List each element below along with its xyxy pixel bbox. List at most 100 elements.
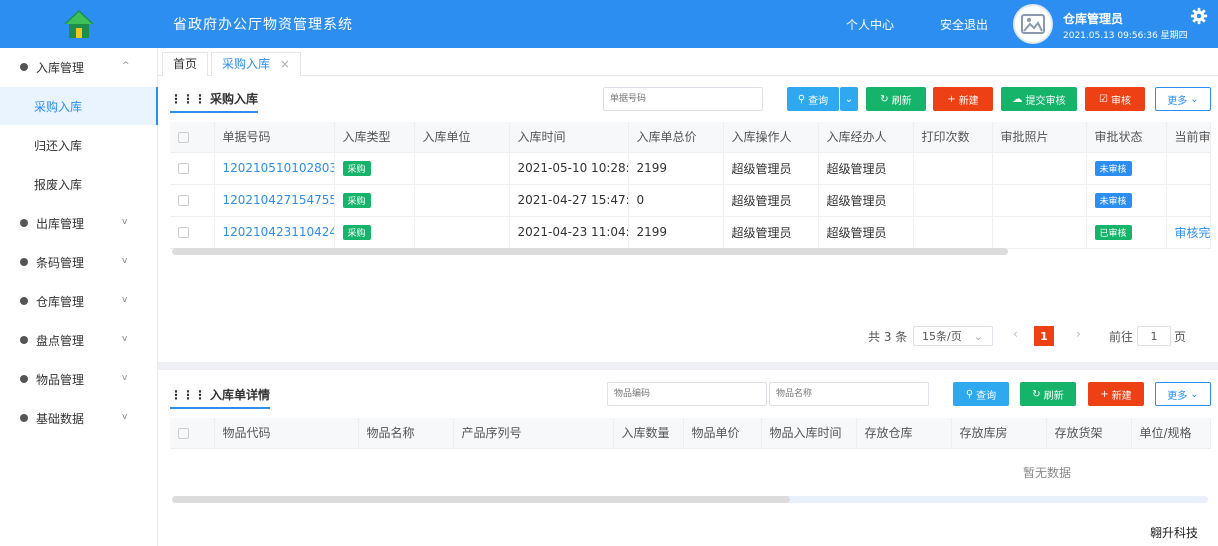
sidebar-item-barcode[interactable]: 条码管理 v (0, 243, 158, 281)
column-header[interactable]: 物品入库时间 (761, 418, 857, 449)
column-header[interactable]: 单据号码 (214, 122, 335, 153)
current-review-link[interactable]: 审核完 (1166, 216, 1211, 249)
column-header[interactable]: 入库单位 (414, 122, 510, 153)
column-header[interactable]: 存放库房 (951, 418, 1047, 449)
page-unit: 页 (1174, 330, 1187, 344)
column-header[interactable]: 物品名称 (358, 418, 454, 449)
sidebar-item-return-inbound[interactable]: 归还入库 (0, 126, 158, 164)
column-header[interactable]: 存放货架 (1046, 418, 1132, 449)
more-button[interactable]: 更多 ⌄ (1155, 382, 1211, 406)
column-header[interactable]: 打印次数 (913, 122, 993, 153)
column-header[interactable]: 入库数量 (613, 418, 684, 449)
table-row[interactable]: 120210427154755736 采购 2021-04-27 15:47:5… (170, 184, 1211, 217)
submit-review-button[interactable]: ☁ 提交审核 (1001, 87, 1077, 111)
panel-title-text: 入库单详情 (210, 388, 271, 402)
close-icon[interactable]: × (280, 57, 290, 71)
doc-number-link[interactable]: 120210423110424202 (214, 216, 335, 249)
table-row[interactable]: 120210423110424202 采购 2021-04-23 11:04:2… (170, 216, 1211, 249)
column-header[interactable]: 单位/规格 (1131, 418, 1211, 449)
prints-cell (913, 216, 993, 249)
sidebar-item-basic-data[interactable]: 基础数据 v (0, 399, 158, 437)
column-header[interactable]: 入库类型 (334, 122, 415, 153)
column-header[interactable]: 产品序列号 (453, 418, 614, 449)
check-square-icon: ☑ (1099, 93, 1108, 105)
type-tag: 采购 (342, 160, 371, 176)
page-size-select[interactable]: 15条/页 ⌄ (913, 326, 993, 346)
table-row[interactable]: 120210510102803119 采购 2021-05-10 10:28:0… (170, 152, 1211, 185)
next-page-icon[interactable]: › (1076, 327, 1081, 341)
column-header[interactable]: 入库时间 (509, 122, 629, 153)
more-button[interactable]: 更多 ⌄ (1155, 87, 1211, 111)
prev-page-icon[interactable]: ‹ (1013, 327, 1018, 341)
time-cell: 2021-05-10 10:28:03 (509, 152, 629, 185)
sidebar-item-label: 盘点管理 (36, 333, 85, 348)
column-header[interactable]: 物品代码 (214, 418, 359, 449)
column-header[interactable]: 审批照片 (992, 122, 1087, 153)
select-all-checkbox[interactable] (170, 418, 215, 449)
button-label: 审核 (1110, 95, 1131, 107)
sidebar-item-purchase-inbound[interactable]: 采购入库 (0, 87, 158, 125)
personal-center-link[interactable]: 个人中心 (846, 16, 894, 33)
item-name-search-input[interactable] (769, 382, 929, 406)
logout-link[interactable]: 安全退出 (940, 16, 988, 33)
chevron-down-icon: v (122, 412, 128, 422)
time-cell: 2021-04-27 15:47:56 (509, 184, 629, 217)
tab-bar: 首页 采购入库 × (158, 48, 1218, 76)
refresh-icon: ↻ (880, 93, 889, 105)
doc-number-search-input[interactable] (603, 87, 763, 111)
page-size-value: 15条/页 (922, 330, 962, 343)
type-tag: 采购 (342, 192, 371, 208)
column-header[interactable]: 当前审 (1166, 122, 1211, 153)
row-checkbox[interactable] (170, 152, 215, 185)
sidebar-item-label: 入库管理 (36, 60, 85, 75)
query-dropdown-button[interactable]: ⌄ (840, 87, 858, 111)
gear-icon[interactable] (1190, 7, 1208, 25)
search-icon: ⚲ (965, 388, 974, 400)
sidebar-item-scrap-inbound[interactable]: 报废入库 (0, 165, 158, 203)
refresh-button[interactable]: ↻ 刷新 (1020, 382, 1076, 406)
button-label: 新建 (1111, 390, 1132, 402)
avatar[interactable] (1013, 4, 1053, 44)
inbound-detail-panel: ⋮⋮⋮ 入库单详情 ⚲查询 ↻刷新 +新建 更多⌄ 物品代码 物品名称 产品序列号… (170, 378, 1211, 546)
review-button[interactable]: ☑ 审核 (1085, 87, 1145, 111)
tab-purchase-inbound[interactable]: 采购入库 × (211, 52, 301, 76)
new-button[interactable]: + 新建 (1088, 382, 1144, 406)
column-header[interactable]: 入库操作人 (723, 122, 819, 153)
inbound-detail-table: 物品代码 物品名称 产品序列号 入库数量 物品单价 物品入库时间 存放仓库 存放… (170, 418, 1211, 449)
tab-home[interactable]: 首页 (162, 52, 209, 76)
column-header[interactable]: 存放仓库 (856, 418, 952, 449)
select-all-checkbox[interactable] (170, 122, 215, 153)
photo-cell (992, 152, 1087, 185)
watermark: 翱升科技 (1150, 526, 1199, 540)
home-logo-icon[interactable] (0, 0, 158, 48)
query-button[interactable]: ⚲ 查询 (787, 87, 839, 111)
column-header[interactable]: 物品单价 (683, 418, 762, 449)
app-title: 省政府办公厅物资管理系统 (173, 17, 353, 33)
refresh-button[interactable]: ↻ 刷新 (866, 87, 926, 111)
row-checkbox[interactable] (170, 184, 215, 217)
sidebar-item-goods[interactable]: 物品管理 v (0, 360, 158, 398)
doc-number-link[interactable]: 120210427154755736 (214, 184, 335, 217)
purchase-inbound-table: 单据号码 入库类型 入库单位 入库时间 入库单总价 入库操作人 入库经办人 打印… (170, 122, 1211, 249)
button-label: 刷新 (1043, 390, 1064, 402)
sidebar-item-inventory[interactable]: 盘点管理 v (0, 321, 158, 359)
prints-cell (913, 152, 993, 185)
row-checkbox[interactable] (170, 216, 215, 249)
status-badge: 未审核 (1094, 192, 1132, 208)
sidebar-item-inbound[interactable]: 入库管理 ^ (0, 48, 158, 86)
column-header[interactable]: 审批状态 (1086, 122, 1167, 153)
operator-cell: 超级管理员 (723, 216, 819, 249)
query-button[interactable]: ⚲ 查询 (953, 382, 1009, 406)
item-code-search-input[interactable] (607, 382, 767, 406)
doc-number-link[interactable]: 120210510102803119 (214, 152, 335, 185)
sidebar-item-outbound[interactable]: 出库管理 v (0, 204, 158, 242)
goto-page-input[interactable]: 1 (1137, 326, 1171, 346)
column-header[interactable]: 入库单总价 (628, 122, 724, 153)
status-badge: 未审核 (1094, 160, 1132, 176)
new-button[interactable]: + 新建 (933, 87, 993, 111)
horizontal-scrollbar[interactable] (172, 496, 790, 503)
horizontal-scrollbar[interactable] (172, 248, 1008, 255)
column-header[interactable]: 入库经办人 (818, 122, 914, 153)
page-number-current[interactable]: 1 (1034, 326, 1054, 346)
sidebar-item-warehouse[interactable]: 仓库管理 v (0, 282, 158, 320)
